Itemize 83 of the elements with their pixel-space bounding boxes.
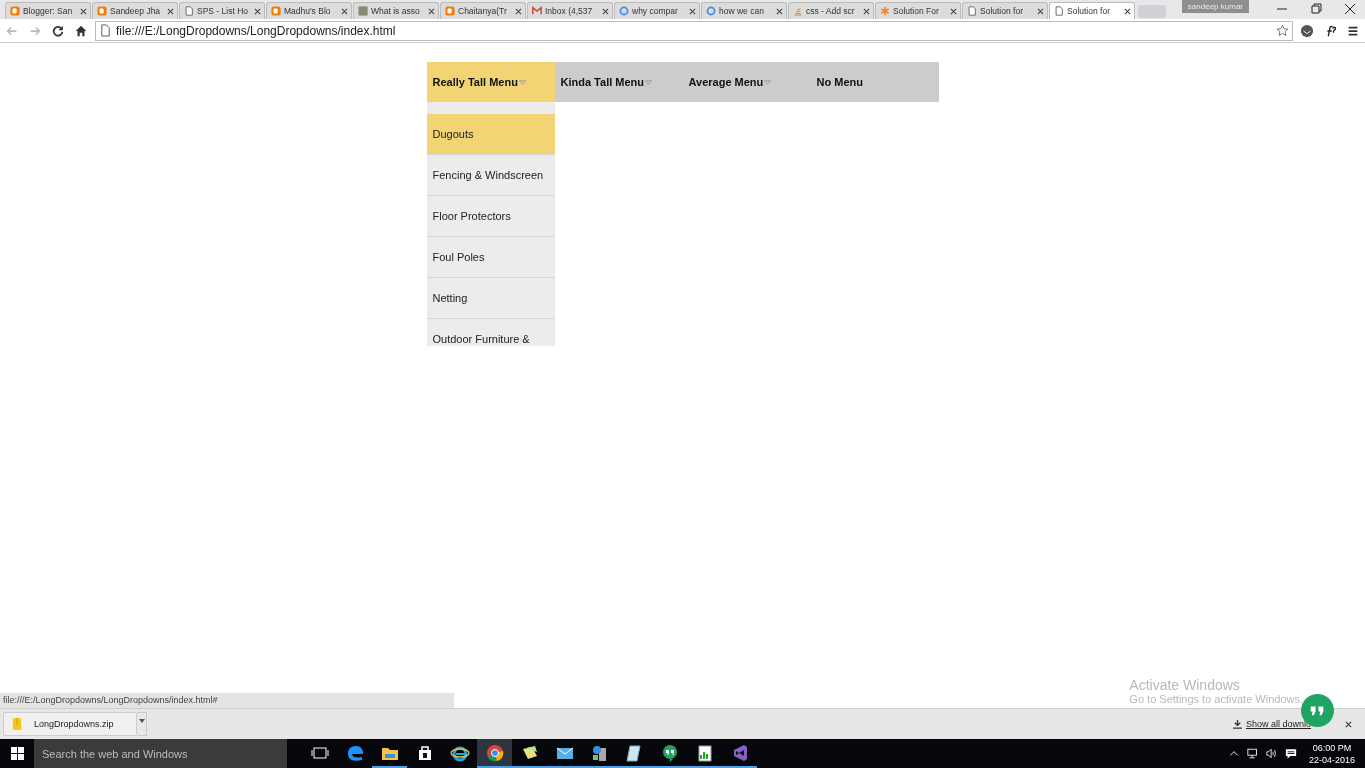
mail-icon bbox=[532, 6, 542, 16]
close-icon[interactable] bbox=[776, 7, 783, 15]
tab-title: why compar bbox=[632, 6, 679, 16]
blogger-icon bbox=[10, 6, 20, 16]
download-item[interactable]: LongDropdowns.zip bbox=[3, 712, 137, 736]
close-icon[interactable] bbox=[515, 7, 522, 15]
reload-icon[interactable] bbox=[51, 23, 65, 38]
close-icon[interactable] bbox=[341, 7, 348, 15]
browser-tab[interactable]: why compar bbox=[614, 2, 700, 19]
dropdown-item[interactable]: Fencing & Windscreen bbox=[426, 155, 555, 196]
stack-icon bbox=[793, 6, 803, 16]
close-icon[interactable] bbox=[167, 7, 174, 15]
zip-file-icon bbox=[12, 717, 22, 731]
menu-item[interactable]: Really Tall Menu bbox=[426, 62, 555, 102]
page-icon bbox=[184, 6, 194, 16]
dropdown-item[interactable]: Dugouts bbox=[426, 114, 555, 155]
close-icon[interactable] bbox=[254, 7, 261, 15]
close-icon[interactable] bbox=[950, 7, 957, 15]
dropdown-item[interactable]: Netting bbox=[426, 278, 555, 319]
browser-tab[interactable]: Chaitanya(Tr bbox=[440, 2, 526, 19]
tab-title: Chaitanya(Tr bbox=[458, 6, 508, 16]
browser-tab[interactable]: Sandeep Jha bbox=[92, 2, 178, 19]
blogger-icon bbox=[445, 6, 455, 16]
browser-tab[interactable]: Solution for bbox=[962, 2, 1048, 19]
close-icon[interactable] bbox=[1345, 720, 1352, 728]
close-icon[interactable] bbox=[863, 7, 870, 15]
star-icon[interactable] bbox=[1276, 24, 1289, 37]
clock-date: 22-04-2016 bbox=[1308, 753, 1355, 766]
search-field[interactable]: Search the web and Windows bbox=[34, 739, 287, 768]
tab-title: Madhu's Blo bbox=[284, 6, 332, 16]
download-menu-button[interactable] bbox=[137, 712, 147, 736]
browser-tab[interactable]: Madhu's Blo bbox=[266, 2, 352, 19]
close-icon[interactable] bbox=[1124, 7, 1131, 15]
browser-tab[interactable]: Solution for bbox=[1049, 2, 1135, 19]
network-icon[interactable] bbox=[1246, 748, 1259, 759]
address-bar[interactable]: file:///E:/LongDropdowns/LongDropdowns/index.html bbox=[95, 20, 1293, 41]
speaker-icon[interactable] bbox=[1265, 748, 1278, 759]
browser-tab[interactable]: Blogger: San bbox=[5, 2, 91, 19]
home-icon[interactable] bbox=[74, 23, 88, 38]
windows-start-icon[interactable] bbox=[11, 747, 24, 760]
tab-title: What is asso bbox=[371, 6, 421, 16]
close-icon[interactable] bbox=[689, 7, 696, 15]
caret-icon bbox=[138, 719, 145, 723]
status-url: file:///E:/LongDropdowns/LongDropdowns/index.html# bbox=[0, 693, 454, 708]
tab-title: SPS - List Ho bbox=[197, 6, 250, 16]
download-icon bbox=[1232, 719, 1242, 729]
browser-tab[interactable]: Solution For bbox=[875, 2, 961, 19]
taskbar-app-button[interactable] bbox=[477, 739, 512, 768]
extension-icon[interactable] bbox=[1300, 23, 1314, 38]
g-letter-icon bbox=[706, 6, 716, 16]
tab-title: Solution For bbox=[893, 6, 940, 16]
square-icon bbox=[358, 6, 368, 16]
page-icon bbox=[99, 24, 112, 37]
activation-title: Activate Windows bbox=[1129, 677, 1241, 693]
page-icon bbox=[1054, 6, 1064, 16]
tab-title: Solution for bbox=[980, 6, 1024, 16]
blogger-icon bbox=[97, 6, 107, 16]
g-letter-icon bbox=[619, 6, 629, 16]
close-icon[interactable] bbox=[1037, 7, 1044, 15]
dropdown-item[interactable]: Foul Poles bbox=[426, 237, 555, 278]
tab-title: Inbox (4,537 bbox=[545, 6, 594, 16]
tab-title: Blogger: San bbox=[23, 6, 74, 16]
chrome-icon bbox=[484, 742, 505, 763]
tab-title: Solution for bbox=[1067, 6, 1111, 16]
close-icon[interactable] bbox=[428, 7, 435, 15]
browser-tab[interactable]: SPS - List Ho bbox=[179, 2, 265, 19]
browser-tab[interactable]: Inbox (4,537 bbox=[527, 2, 613, 19]
browser-tab[interactable]: What is asso bbox=[353, 2, 439, 19]
dropdown-item[interactable]: Outdoor Furniture & bbox=[426, 319, 555, 346]
close-icon[interactable] bbox=[80, 7, 87, 15]
tab-title: css - Add scr bbox=[806, 6, 856, 16]
page-icon bbox=[967, 6, 977, 16]
close-icon[interactable] bbox=[602, 7, 609, 15]
tab-title: how we can bbox=[719, 6, 765, 16]
browser-tab[interactable]: css - Add scr bbox=[788, 2, 874, 19]
blogger-icon bbox=[271, 6, 281, 16]
notification-icon[interactable] bbox=[1284, 748, 1297, 759]
asterisk-icon bbox=[880, 6, 890, 16]
activation-message: Go to Settings to activate Windows. bbox=[1129, 693, 1303, 705]
browser-tab[interactable]: how we can bbox=[701, 2, 787, 19]
tab-title: Sandeep Jha bbox=[110, 6, 162, 16]
dropdown-item[interactable]: Floor Protectors bbox=[426, 196, 555, 237]
clock-time: 06:00 PM bbox=[1312, 741, 1352, 754]
